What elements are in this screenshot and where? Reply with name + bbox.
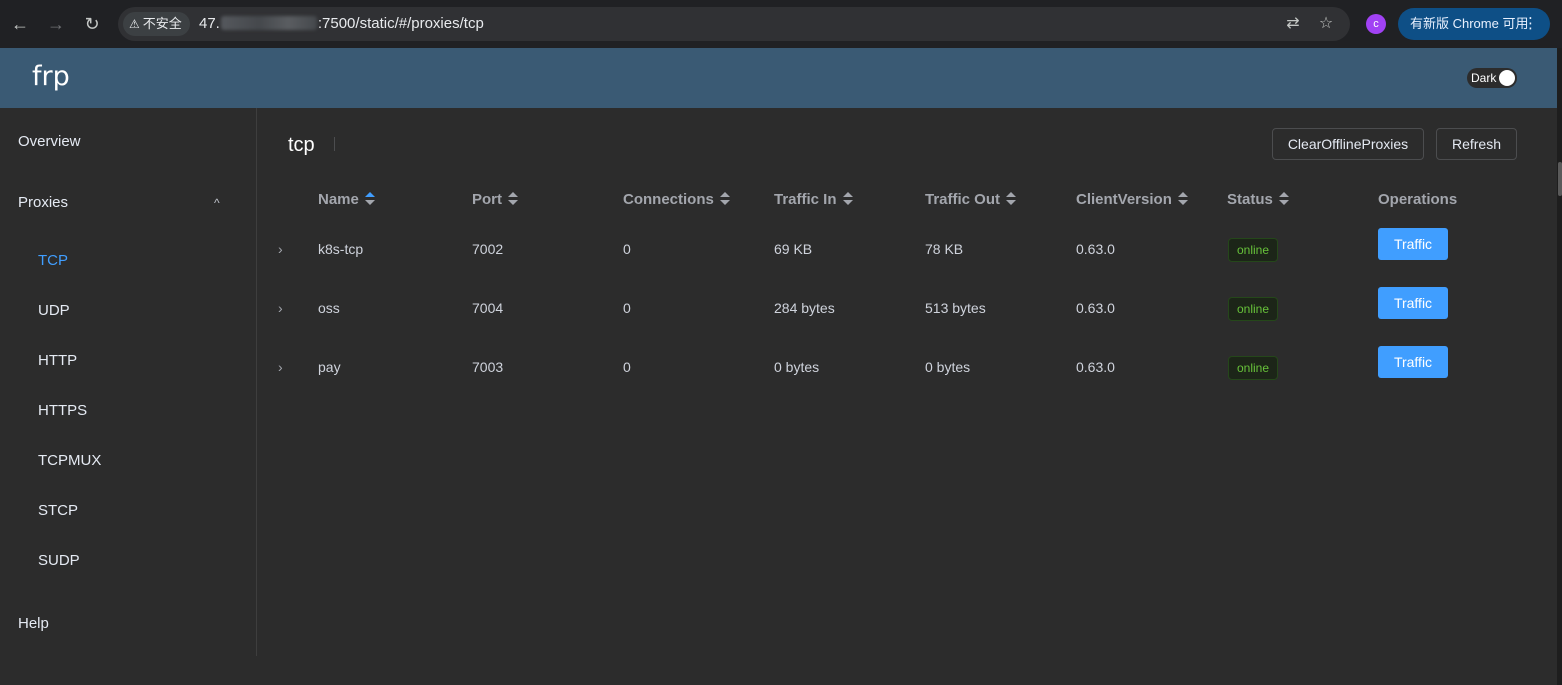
header-label: ClientVersion xyxy=(1076,191,1172,208)
column-header-status[interactable]: Status xyxy=(1227,190,1289,210)
redacted-ip xyxy=(220,16,317,30)
sort-caret-icon[interactable] xyxy=(364,192,375,206)
page-title: tcp xyxy=(288,134,315,156)
column-header-client-version[interactable]: ClientVersion xyxy=(1076,190,1188,210)
browser-toolbar: ← → ↻ ⚠ 不安全 47. :7500/static/#/proxies/tcp… xyxy=(0,0,1562,48)
scrollbar-thumb[interactable] xyxy=(1558,162,1562,196)
url-text[interactable]: 47. :7500/static/#/proxies/tcp xyxy=(199,15,484,33)
switch-knob xyxy=(1499,70,1515,86)
cell-port: 7004 xyxy=(472,300,504,316)
sidebar-item-stcp[interactable]: STCP xyxy=(38,501,78,521)
cell-name: k8s-tcp xyxy=(318,241,364,257)
header-label: Connections xyxy=(623,191,714,208)
app-header: frp Dark xyxy=(0,48,1557,108)
table-row: › oss 7004 0 284 bytes 513 bytes 0.63.0 … xyxy=(258,279,1557,338)
cell-client-version: 0.63.0 xyxy=(1076,300,1115,316)
sidebar-item-help[interactable]: Help xyxy=(18,614,49,634)
cell-connections: 0 xyxy=(623,241,631,257)
sidebar-item-tcpmux[interactable]: TCPMUX xyxy=(38,451,101,471)
expand-chevron-icon[interactable]: › xyxy=(278,279,283,338)
page-footer-area xyxy=(0,656,1557,685)
sidebar-item-overview[interactable]: Overview xyxy=(18,132,81,152)
refresh-button[interactable]: Refresh xyxy=(1436,128,1517,160)
cell-traffic-in: 69 KB xyxy=(774,241,813,257)
traffic-button[interactable]: Traffic xyxy=(1378,346,1448,378)
header-label: Traffic Out xyxy=(925,191,1001,208)
cell-traffic-in: 0 bytes xyxy=(774,359,820,375)
sort-caret-icon[interactable] xyxy=(508,192,518,206)
status-badge: online xyxy=(1228,356,1279,380)
sidebar-item-http[interactable]: HTTP xyxy=(38,351,77,371)
cell-port: 7003 xyxy=(472,359,504,375)
page-scrollbar[interactable] xyxy=(1557,48,1562,685)
column-header-traffic-in[interactable]: Traffic In xyxy=(774,190,853,210)
warning-icon: ⚠ xyxy=(129,17,140,31)
column-header-traffic-out[interactable]: Traffic Out xyxy=(925,190,1017,210)
expand-chevron-icon[interactable]: › xyxy=(278,220,283,279)
bookmark-star-icon[interactable]: ☆ xyxy=(1315,13,1337,35)
sidebar-item-tcp[interactable]: TCP xyxy=(38,251,68,271)
expand-chevron-icon[interactable]: › xyxy=(278,338,283,397)
cell-port: 7002 xyxy=(472,241,504,257)
title-divider xyxy=(334,137,335,151)
reload-icon[interactable]: ↻ xyxy=(80,12,104,36)
cell-connections: 0 xyxy=(623,359,631,375)
url-prefix: 47. xyxy=(199,15,220,32)
traffic-button[interactable]: Traffic xyxy=(1378,287,1448,319)
update-label: 有新版 Chrome 可用 xyxy=(1410,16,1529,31)
cell-name: pay xyxy=(318,359,341,375)
sort-caret-icon[interactable] xyxy=(1177,192,1188,206)
main-content: tcp ClearOfflineProxies Refresh Name Por… xyxy=(258,108,1557,656)
traffic-button[interactable]: Traffic xyxy=(1378,228,1448,260)
header-label: Port xyxy=(472,191,502,208)
sidebar-item-proxies[interactable]: Proxies xyxy=(18,193,68,213)
cell-traffic-out: 0 bytes xyxy=(925,359,971,375)
cell-client-version: 0.63.0 xyxy=(1076,241,1115,257)
cell-connections: 0 xyxy=(623,300,631,316)
header-label: Status xyxy=(1227,191,1273,208)
back-arrow-icon[interactable]: ← xyxy=(8,12,32,36)
sidebar-item-https[interactable]: HTTPS xyxy=(38,401,87,421)
sidebar: Overview Proxies ^ TCP UDP HTTP HTTPS TC… xyxy=(0,108,257,656)
insecure-label: 不安全 xyxy=(142,16,182,31)
clear-offline-proxies-button[interactable]: ClearOfflineProxies xyxy=(1272,128,1424,160)
sort-caret-icon[interactable] xyxy=(1278,192,1289,206)
header-label: Name xyxy=(318,191,359,208)
url-suffix: :7500/static/#/proxies/tcp xyxy=(317,15,484,32)
table-row: › pay 7003 0 0 bytes 0 bytes 0.63.0 onli… xyxy=(258,338,1557,397)
sidebar-item-sudp[interactable]: SUDP xyxy=(38,551,80,571)
forward-arrow-icon[interactable]: → xyxy=(44,12,68,36)
chrome-update-button[interactable]: 有新版 Chrome 可用 ⋮ xyxy=(1398,8,1550,40)
column-header-connections[interactable]: Connections xyxy=(623,190,730,210)
cell-traffic-in: 284 bytes xyxy=(774,300,835,316)
brand-logo[interactable]: frp xyxy=(32,60,70,94)
dark-mode-label: Dark xyxy=(1471,71,1497,85)
profile-avatar[interactable]: c xyxy=(1366,14,1386,34)
dark-mode-switch[interactable]: Dark xyxy=(1467,68,1517,88)
header-label: Traffic In xyxy=(774,191,837,208)
cell-traffic-out: 513 bytes xyxy=(925,300,986,316)
chevron-up-icon[interactable]: ^ xyxy=(214,196,220,210)
sidebar-item-udp[interactable]: UDP xyxy=(38,301,70,321)
security-chip[interactable]: ⚠ 不安全 xyxy=(123,12,190,36)
address-bar[interactable]: ⚠ 不安全 47. :7500/static/#/proxies/tcp ⇄ ☆ xyxy=(118,7,1350,41)
sort-caret-icon[interactable] xyxy=(1006,192,1017,206)
status-badge: online xyxy=(1228,297,1279,321)
cell-client-version: 0.63.0 xyxy=(1076,359,1115,375)
cell-name: oss xyxy=(318,300,340,316)
column-header-name[interactable]: Name xyxy=(318,190,375,210)
sort-caret-icon[interactable] xyxy=(842,192,853,206)
table-row: › k8s-tcp 7002 0 69 KB 78 KB 0.63.0 onli… xyxy=(258,220,1557,279)
more-vert-icon[interactable]: ⋮ xyxy=(1523,8,1538,40)
column-header-port[interactable]: Port xyxy=(472,190,518,210)
column-header-operations: Operations xyxy=(1378,191,1458,208)
cell-traffic-out: 78 KB xyxy=(925,241,964,257)
status-badge: online xyxy=(1228,238,1279,262)
sort-caret-icon[interactable] xyxy=(719,192,730,206)
translate-icon[interactable]: ⇄ xyxy=(1282,13,1304,35)
